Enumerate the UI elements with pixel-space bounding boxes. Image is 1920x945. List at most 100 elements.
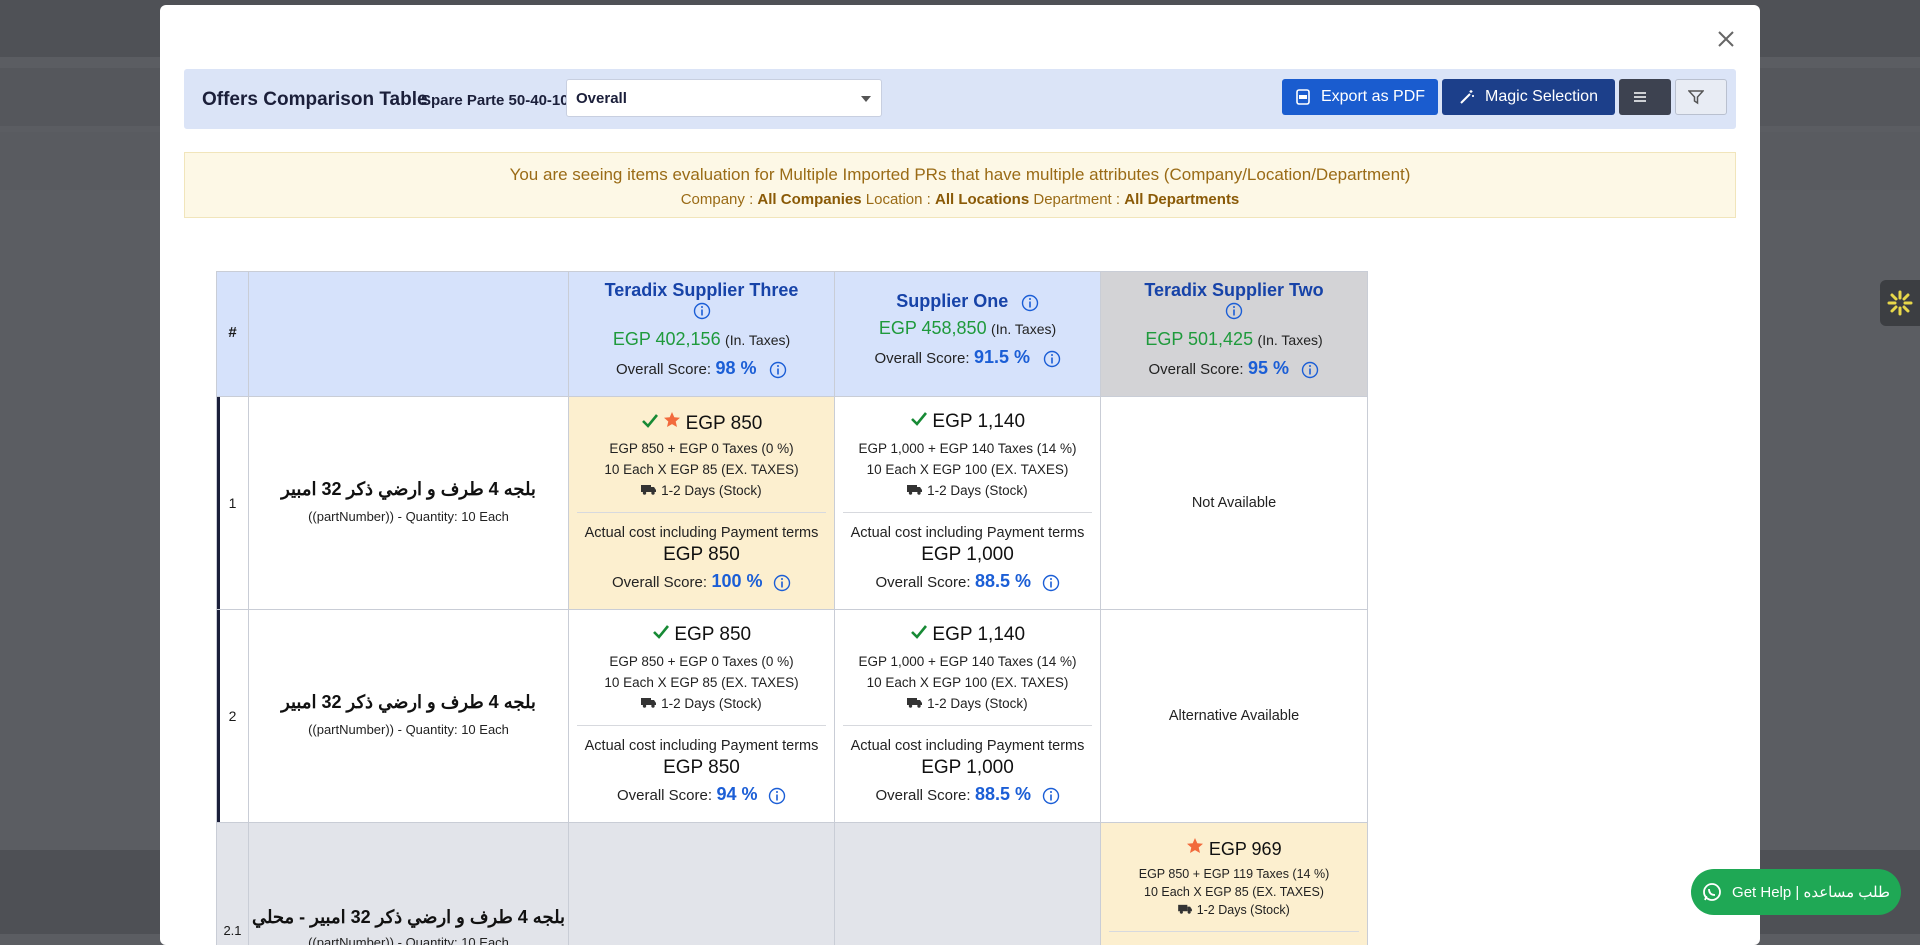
item-name: بلجه 4 طرف و ارضي ذكر 32 امبير bbox=[281, 692, 536, 712]
price-breakdown: EGP 1,000 + EGP 140 Taxes (14 %) bbox=[858, 654, 1077, 669]
info-button[interactable] bbox=[1101, 302, 1367, 325]
info-icon[interactable] bbox=[1043, 350, 1061, 368]
score-label: Overall Score: bbox=[1148, 361, 1244, 378]
close-icon bbox=[1718, 31, 1734, 47]
get-help-button[interactable]: Get Help | طلب مساعده bbox=[1691, 869, 1901, 915]
magic-selection-label: Magic Selection bbox=[1485, 88, 1598, 105]
score-label: Overall Score: bbox=[875, 574, 971, 591]
unit-price: 10 Each X EGP 100 (EX. TAXES) bbox=[866, 462, 1069, 477]
item-cell: بلجه 4 طرف و ارضي ذكر 32 امبير - محلي ((… bbox=[248, 822, 569, 945]
get-help-label: Get Help | طلب مساعده bbox=[1732, 884, 1890, 901]
divider bbox=[577, 725, 826, 726]
supplier-total: EGP 501,425 bbox=[1145, 329, 1254, 349]
check-icon bbox=[652, 625, 669, 639]
truck-icon bbox=[641, 485, 657, 495]
item-details: ((partNumber)) - Quantity: 10 Each bbox=[308, 722, 509, 737]
offer-cell: Alternative Available bbox=[1100, 609, 1368, 823]
unit-price: 10 Each X EGP 100 (EX. TAXES) bbox=[866, 675, 1069, 690]
offer-cell[interactable]: EGP 1,140 EGP 1,000 + EGP 140 Taxes (14 … bbox=[834, 396, 1101, 610]
offer-cell-empty bbox=[834, 822, 1101, 945]
actual-cost: EGP 1,000 bbox=[921, 544, 1014, 565]
tax-note: (In. Taxes) bbox=[991, 321, 1057, 337]
info-icon[interactable] bbox=[773, 574, 791, 592]
score-label: Overall Score: bbox=[617, 787, 713, 804]
settings-side-tab[interactable] bbox=[1880, 280, 1920, 326]
offer-cell[interactable]: EGP 1,140 EGP 1,000 + EGP 140 Taxes (14 … bbox=[834, 609, 1101, 823]
offer-price: EGP 969 bbox=[1208, 839, 1282, 859]
actual-cost-label: Actual cost including Payment terms bbox=[850, 525, 1085, 541]
supplier-score: 91.5 % bbox=[974, 347, 1031, 367]
magic-wand-icon bbox=[1460, 90, 1475, 104]
info-icon[interactable] bbox=[1042, 574, 1060, 592]
view-select[interactable]: Overall bbox=[566, 79, 882, 117]
offer-status: Alternative Available bbox=[1168, 708, 1300, 724]
rfq-name: Spare Parte 50-40-10 bbox=[421, 92, 569, 109]
supplier-header: Teradix Supplier Two EGP 501,425 (In. Ta… bbox=[1100, 271, 1368, 397]
actual-cost: EGP 850 bbox=[663, 757, 740, 778]
filter-button[interactable] bbox=[1675, 79, 1727, 115]
hash-header: # bbox=[216, 271, 249, 397]
item-cell: بلجه 4 طرف و ارضي ذكر 32 امبير ((partNum… bbox=[248, 609, 569, 823]
offer-cell[interactable]: EGP 850 EGP 850 + EGP 0 Taxes (0 %) 10 E… bbox=[568, 396, 835, 610]
truck-icon bbox=[1178, 904, 1193, 914]
offers-comparison-modal: Offers Comparison Table Spare Parte 50-4… bbox=[160, 5, 1760, 945]
view-select-value: Overall bbox=[576, 90, 627, 107]
magic-selection-button[interactable]: Magic Selection bbox=[1442, 79, 1615, 115]
unit-price: 10 Each X EGP 85 (EX. TAXES) bbox=[604, 675, 799, 690]
info-icon[interactable] bbox=[1301, 361, 1319, 379]
truck-icon bbox=[641, 698, 657, 708]
info-icon[interactable] bbox=[1042, 787, 1060, 805]
info-icon bbox=[693, 302, 710, 320]
info-icon[interactable] bbox=[768, 787, 786, 805]
info-button[interactable] bbox=[569, 302, 834, 325]
notice-attributes: Company : All Companies Location : All L… bbox=[185, 191, 1735, 208]
row-number-cell: 1 bbox=[216, 396, 249, 610]
offer-cell[interactable]: EGP 850 EGP 850 + EGP 0 Taxes (0 %) 10 E… bbox=[568, 609, 835, 823]
offer-price: EGP 850 bbox=[674, 624, 752, 645]
star-icon bbox=[1187, 838, 1204, 853]
offer-price: EGP 1,140 bbox=[932, 624, 1026, 645]
divider bbox=[843, 725, 1092, 726]
supplier-header: Supplier One EGP 458,850 (In. Taxes) Ove… bbox=[834, 271, 1101, 397]
score-label: Overall Score: bbox=[616, 361, 712, 378]
comparison-toolbar: Offers Comparison Table Spare Parte 50-4… bbox=[184, 69, 1736, 129]
delivery-time: 1-2 Days (Stock) bbox=[927, 483, 1028, 498]
price-breakdown: EGP 850 + EGP 119 Taxes (14 %) bbox=[1138, 867, 1330, 881]
menu-icon bbox=[1634, 92, 1646, 102]
actual-cost: EGP 850 bbox=[663, 544, 740, 565]
item-name: بلجه 4 طرف و ارضي ذكر 32 امبير - محلي bbox=[251, 907, 566, 927]
company-value: All Companies bbox=[757, 191, 862, 208]
supplier-name[interactable]: Supplier One bbox=[896, 291, 1008, 311]
columns-menu-button[interactable] bbox=[1619, 79, 1671, 115]
supplier-score: 98 % bbox=[715, 358, 757, 378]
offer-cell: Not Available bbox=[1100, 396, 1368, 610]
supplier-name[interactable]: Teradix Supplier Three bbox=[569, 280, 834, 301]
tax-note: (In. Taxes) bbox=[1257, 332, 1323, 348]
location-value: All Locations bbox=[935, 191, 1030, 208]
row-number-cell: 2 bbox=[216, 609, 249, 823]
info-icon[interactable] bbox=[1021, 294, 1039, 312]
evaluation-notice: You are seeing items evaluation for Mult… bbox=[184, 152, 1736, 218]
close-button[interactable] bbox=[1712, 25, 1740, 53]
supplier-score: 95 % bbox=[1248, 358, 1290, 378]
sun-icon bbox=[1887, 290, 1913, 316]
tax-note: (In. Taxes) bbox=[725, 332, 791, 348]
department-value: All Departments bbox=[1124, 191, 1240, 208]
info-icon[interactable] bbox=[769, 361, 787, 379]
truck-icon bbox=[907, 485, 923, 495]
score-label: Overall Score: bbox=[612, 574, 708, 591]
export-pdf-button[interactable]: Export as PDF bbox=[1282, 79, 1438, 115]
location-label: Location : bbox=[865, 191, 931, 208]
offer-price: EGP 850 bbox=[685, 413, 763, 434]
delivery-time: 1-2 Days (Stock) bbox=[1196, 903, 1290, 917]
supplier-name[interactable]: Teradix Supplier Two bbox=[1101, 280, 1367, 301]
actual-cost: EGP 1,000 bbox=[921, 757, 1014, 778]
offer-cell[interactable]: EGP 969 EGP 850 + EGP 119 Taxes (14 %) 1… bbox=[1100, 822, 1368, 945]
offer-price: EGP 1,140 bbox=[932, 411, 1026, 432]
offer-score: 88.5 % bbox=[975, 784, 1032, 804]
actual-cost-label: Actual cost including Payment terms bbox=[850, 738, 1085, 754]
check-icon bbox=[911, 412, 927, 426]
offer-score: 100 % bbox=[711, 571, 763, 591]
price-breakdown: EGP 850 + EGP 0 Taxes (0 %) bbox=[609, 441, 794, 456]
item-name: بلجه 4 طرف و ارضي ذكر 32 امبير bbox=[281, 479, 536, 499]
